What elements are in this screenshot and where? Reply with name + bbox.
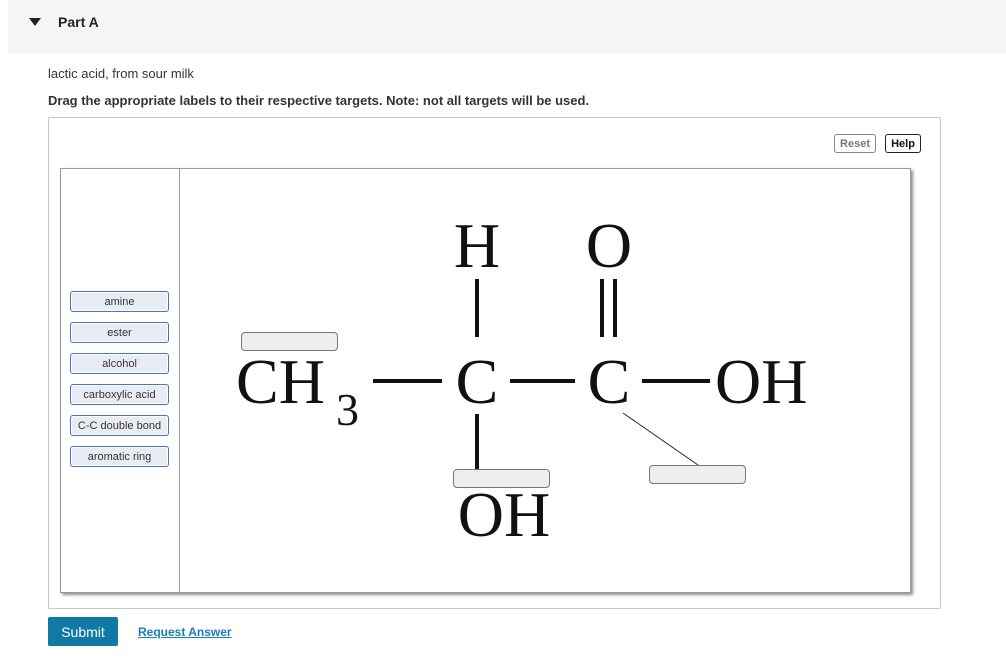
reset-button[interactable]: Reset (834, 134, 876, 153)
drop-target-carboxyl[interactable] (649, 465, 746, 484)
atom-oh-bottom: OH (458, 479, 550, 550)
atom-c1: C (456, 346, 499, 417)
label-amine[interactable]: amine (70, 291, 169, 312)
label-alcohol[interactable]: alcohol (70, 353, 169, 374)
submit-button[interactable]: Submit (48, 617, 118, 646)
lactic-acid-structure: H O CH 3 C C OH OH (236, 210, 807, 550)
atom-oh-right: OH (715, 346, 807, 417)
drop-target-ch3[interactable] (241, 332, 338, 351)
atom-c2: C (588, 346, 631, 417)
target-leader-line (622, 412, 699, 466)
part-title: Part A (58, 14, 99, 30)
caret-down-icon[interactable] (28, 17, 42, 27)
label-palette (60, 168, 180, 593)
label-aromatic-ring[interactable]: aromatic ring (70, 446, 169, 467)
instructions: Drag the appropriate labels to their res… (48, 93, 590, 108)
atom-subscript-3: 3 (336, 384, 359, 435)
atom-o-top: O (586, 210, 632, 281)
label-c-c-double-bond[interactable]: C-C double bond (70, 415, 169, 436)
drop-target-oh-bottom[interactable] (453, 469, 550, 488)
label-carboxylic-acid[interactable]: carboxylic acid (70, 384, 169, 405)
question-prompt: lactic acid, from sour milk (48, 66, 194, 81)
part-header: Part A (8, 0, 1006, 54)
request-answer-link[interactable]: Request Answer (138, 625, 232, 639)
atom-ch: CH (236, 346, 325, 417)
atom-h-top: H (454, 210, 500, 281)
help-button[interactable]: Help (885, 134, 921, 153)
label-ester[interactable]: ester (70, 322, 169, 343)
